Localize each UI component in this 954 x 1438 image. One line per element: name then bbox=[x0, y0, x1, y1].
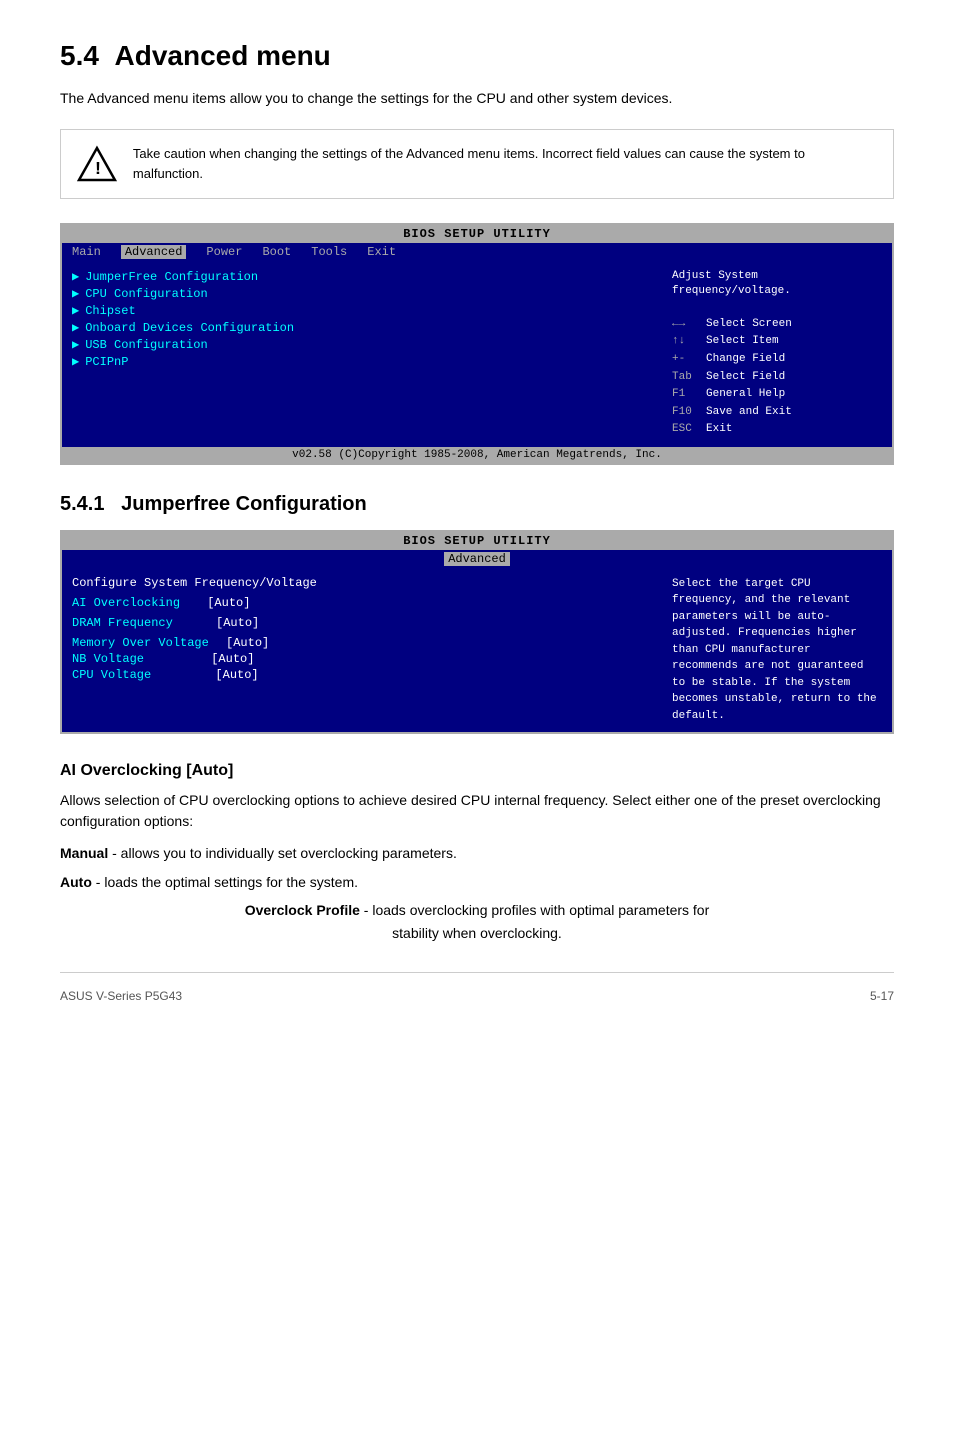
ai-overclocking-intro: Allows selection of CPU overclocking opt… bbox=[60, 790, 894, 832]
bios-item-jumperfree: ▶ JumperFree Configuration bbox=[72, 269, 662, 284]
option-manual-desc: - allows you to individually set overclo… bbox=[112, 845, 457, 861]
option-manual-name: Manual bbox=[60, 845, 108, 861]
key-row-f1: F1 General Help bbox=[672, 386, 882, 404]
key-action: Exit bbox=[706, 421, 732, 439]
key-name: ESC bbox=[672, 421, 702, 439]
key-name: F10 bbox=[672, 404, 702, 422]
option-auto: Auto - loads the optimal settings for th… bbox=[60, 871, 894, 893]
footer-right: 5-17 bbox=[870, 989, 894, 1003]
bios-menu-tools: Tools bbox=[311, 245, 347, 259]
arrow-icon-2: ▶ bbox=[72, 286, 79, 301]
caution-icon: ! bbox=[77, 144, 117, 184]
option-overclock: Overclock Profile - loads overclocking p… bbox=[60, 899, 894, 944]
subsection-heading: 5.4.1 Jumperfree Configuration bbox=[60, 493, 894, 516]
arrow-icon-3: ▶ bbox=[72, 303, 79, 318]
bios-screen-2: BIOS SETUP UTILITY Advanced Configure Sy… bbox=[60, 530, 894, 735]
bios-help-text: Adjust System frequency/voltage. bbox=[672, 269, 882, 300]
option-manual: Manual - allows you to individually set … bbox=[60, 842, 894, 864]
footer-divider bbox=[60, 972, 894, 973]
bios-right-panel: Adjust System frequency/voltage. ←→ Sele… bbox=[662, 269, 882, 439]
caution-text: Take caution when changing the settings … bbox=[133, 144, 877, 183]
arrow-icon-5: ▶ bbox=[72, 337, 79, 352]
svg-text:!: ! bbox=[95, 158, 101, 178]
bios-key-list: ←→ Select Screen ↑↓ Select Item +- Chang… bbox=[672, 316, 882, 439]
bios-item-label: JumperFree Configuration bbox=[85, 270, 258, 284]
key-name: ↑↓ bbox=[672, 333, 702, 351]
bios-item-label: PCIPnP bbox=[85, 355, 128, 369]
key-name: Tab bbox=[672, 369, 702, 387]
bios-body-1: ▶ JumperFree Configuration ▶ CPU Configu… bbox=[62, 261, 892, 447]
caution-box: ! Take caution when changing the setting… bbox=[60, 129, 894, 199]
key-name: F1 bbox=[672, 386, 702, 404]
bios-screen-1: BIOS SETUP UTILITY Main Advanced Power B… bbox=[60, 223, 894, 465]
bios-item-cpu: ▶ CPU Configuration bbox=[72, 286, 662, 301]
key-row-esc: ESC Exit bbox=[672, 421, 882, 439]
key-row-tab: Tab Select Field bbox=[672, 369, 882, 387]
key-row-screen: ←→ Select Screen bbox=[672, 316, 882, 334]
key-row-item: ↑↓ Select Item bbox=[672, 333, 882, 351]
bios-menu-power: Power bbox=[206, 245, 242, 259]
subsection-number: 5.4.1 bbox=[60, 493, 104, 515]
bios-menu-exit: Exit bbox=[367, 245, 396, 259]
bios-section-label: Configure System Frequency/Voltage bbox=[72, 576, 662, 590]
arrow-icon-4: ▶ bbox=[72, 320, 79, 335]
key-action: Change Field bbox=[706, 351, 785, 369]
intro-paragraph: The Advanced menu items allow you to cha… bbox=[60, 88, 894, 109]
section-heading: 5.4 Advanced menu bbox=[60, 40, 894, 72]
bios-menu-boot: Boot bbox=[262, 245, 291, 259]
bios-item-label: Chipset bbox=[85, 304, 135, 318]
bios-item-usb: ▶ USB Configuration bbox=[72, 337, 662, 352]
bios-title-bar-2: BIOS SETUP UTILITY bbox=[62, 532, 892, 550]
option-overclock-name: Overclock Profile bbox=[245, 902, 360, 918]
section-title: Advanced menu bbox=[115, 40, 331, 71]
key-row-change: +- Change Field bbox=[672, 351, 882, 369]
bios-left-panel: ▶ JumperFree Configuration ▶ CPU Configu… bbox=[72, 269, 662, 439]
bios-menu-bar-2: Advanced bbox=[62, 550, 892, 568]
ai-overclocking-heading: AI Overclocking [Auto] bbox=[60, 762, 894, 780]
option-auto-desc: - loads the optimal settings for the sys… bbox=[96, 874, 358, 890]
bios-menu-advanced: Advanced bbox=[121, 245, 187, 259]
subsection-title: Jumperfree Configuration bbox=[121, 493, 367, 515]
bios-config-item-ai: AI Overclocking [Auto] bbox=[72, 596, 662, 610]
option-overclock-desc1: - loads overclocking profiles with optim… bbox=[364, 902, 709, 918]
bios-menu-main: Main bbox=[72, 245, 101, 259]
key-action: Select Screen bbox=[706, 316, 792, 334]
key-name: ←→ bbox=[672, 316, 702, 334]
bios-config-item-mov: Memory Over Voltage [Auto] bbox=[72, 636, 662, 650]
bios-bottom-bar-1: v02.58 (C)Copyright 1985-2008, American … bbox=[62, 447, 892, 463]
bios-title-bar-1: BIOS SETUP UTILITY bbox=[62, 225, 892, 243]
bios-config-item-nb: NB Voltage [Auto] bbox=[72, 652, 662, 666]
footer-row: ASUS V-Series P5G43 5-17 bbox=[60, 989, 894, 1003]
option-auto-name: Auto bbox=[60, 874, 92, 890]
bios-item-label: CPU Configuration bbox=[85, 287, 207, 301]
bios-item-label: USB Configuration bbox=[85, 338, 207, 352]
bios-right-help-2: Select the target CPU frequency, and the… bbox=[672, 578, 877, 722]
option-overclock-desc2: stability when overclocking. bbox=[392, 922, 562, 944]
section-number: 5.4 bbox=[60, 40, 99, 71]
bios-item-pcipnp: ▶ PCIPnP bbox=[72, 354, 662, 369]
arrow-icon-6: ▶ bbox=[72, 354, 79, 369]
footer-left: ASUS V-Series P5G43 bbox=[60, 989, 182, 1003]
key-action: Save and Exit bbox=[706, 404, 792, 422]
arrow-icon-1: ▶ bbox=[72, 269, 79, 284]
bios-item-onboard: ▶ Onboard Devices Configuration bbox=[72, 320, 662, 335]
bios-body-2: Configure System Frequency/Voltage AI Ov… bbox=[62, 568, 892, 733]
key-action: Select Item bbox=[706, 333, 779, 351]
bios-menu-advanced-2: Advanced bbox=[444, 552, 510, 566]
bios-config-item-dram: DRAM Frequency [Auto] bbox=[72, 616, 662, 630]
bios-item-chipset: ▶ Chipset bbox=[72, 303, 662, 318]
key-row-f10: F10 Save and Exit bbox=[672, 404, 882, 422]
bios-config-item-cpu: CPU Voltage [Auto] bbox=[72, 668, 662, 682]
bios-right-panel-2: Select the target CPU frequency, and the… bbox=[662, 576, 882, 725]
bios-menu-bar-1: Main Advanced Power Boot Tools Exit bbox=[62, 243, 892, 261]
key-action: General Help bbox=[706, 386, 785, 404]
bios-left-panel-2: Configure System Frequency/Voltage AI Ov… bbox=[72, 576, 662, 725]
key-name: +- bbox=[672, 351, 702, 369]
bios-item-label: Onboard Devices Configuration bbox=[85, 321, 294, 335]
key-action: Select Field bbox=[706, 369, 785, 387]
